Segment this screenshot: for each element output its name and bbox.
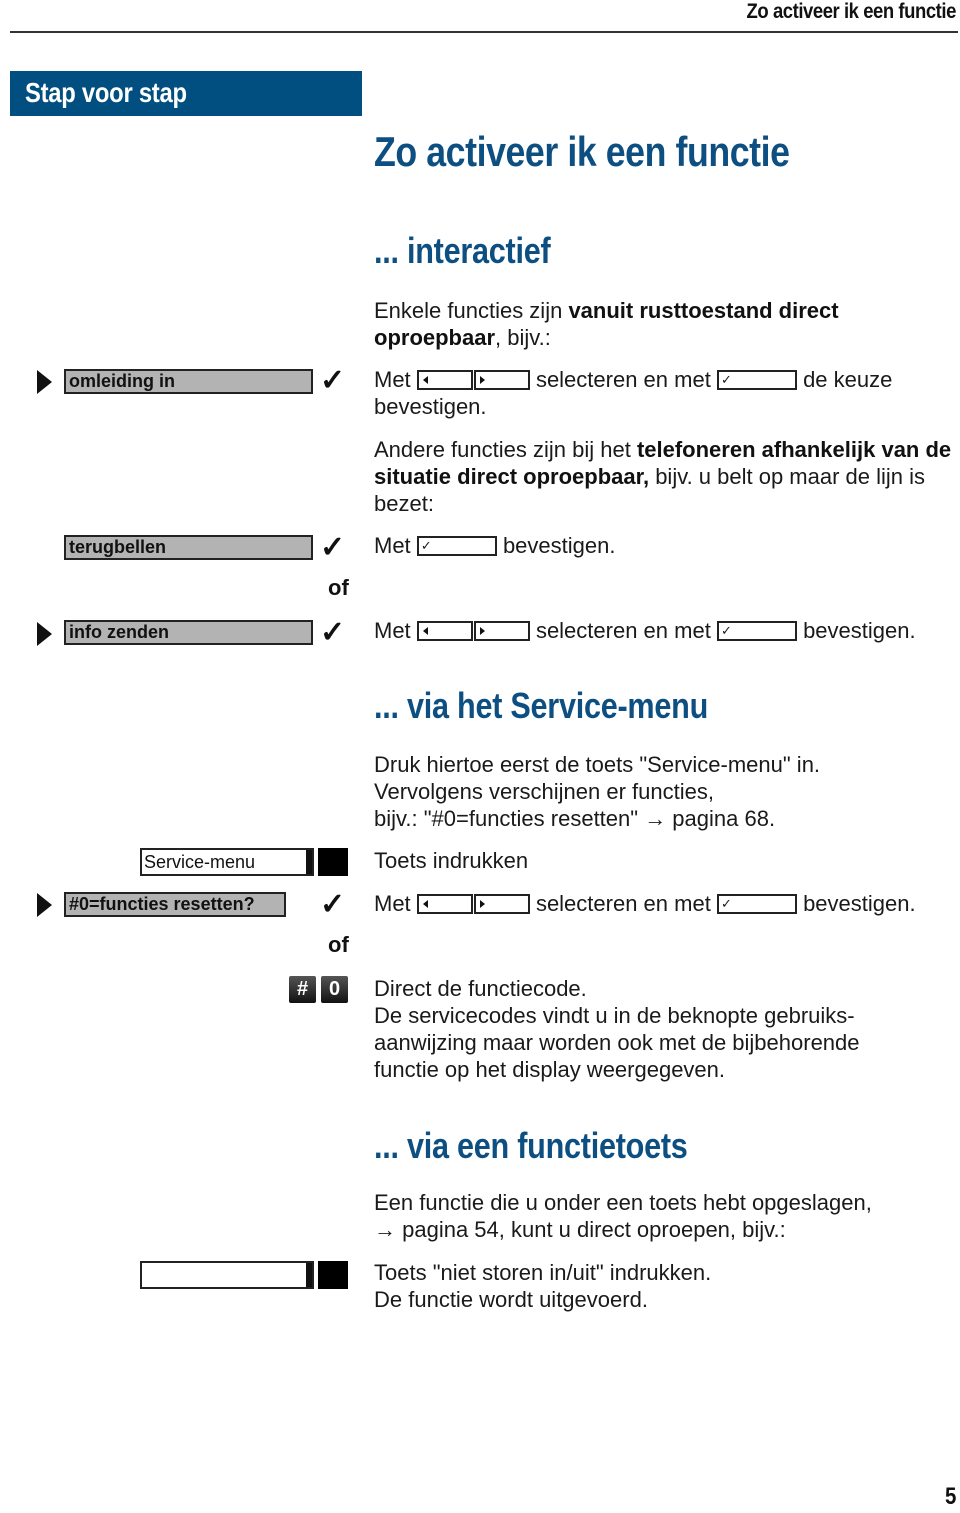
key-right[interactable] xyxy=(473,621,530,641)
check-small-icon: ✓ xyxy=(420,538,432,553)
service-code-text: Direct de functiecode. De servicecodes v… xyxy=(374,976,860,1082)
or-label: of xyxy=(328,932,349,957)
check-small-icon: ✓ xyxy=(720,896,732,911)
check-small-icon: ✓ xyxy=(720,372,732,387)
interactief-other: Andere functies zijn bij het telefoneren… xyxy=(374,437,952,516)
check-icon: ✓ xyxy=(320,888,346,921)
running-header: Zo activeer ik een functie xyxy=(746,0,957,23)
arrow-right-icon xyxy=(479,376,485,384)
arrow-left-icon xyxy=(422,376,428,384)
functietoets-key-text: Toets "niet storen in/uit" indrukken. De… xyxy=(374,1260,712,1312)
arrow-left-icon xyxy=(422,900,428,908)
key-left[interactable] xyxy=(416,370,473,390)
service-menu-intro: Druk hiertoe eerst de toets "Service-men… xyxy=(374,752,821,831)
check-small-icon: ✓ xyxy=(720,623,732,638)
display-line-terugbellen[interactable]: terugbellen xyxy=(64,535,313,560)
function-key-button[interactable] xyxy=(318,848,348,876)
section-heading-functietoets: ... via een functietoets xyxy=(374,1125,688,1166)
check-icon: ✓ xyxy=(320,364,346,397)
interactief-intro: Enkele functies zijn vanuit rusttoestand… xyxy=(374,298,839,350)
zero-key[interactable]: 0 xyxy=(321,976,348,1003)
header-rule xyxy=(10,31,958,33)
sidebar-label-box: Stap voor stap xyxy=(10,71,362,116)
key-right[interactable] xyxy=(473,894,530,914)
scroll-arrow-icon xyxy=(37,370,52,394)
section-heading-interactief: ... interactief xyxy=(374,230,551,271)
service-step-text: Met selecteren en met ✓ bevestigen. xyxy=(374,891,916,916)
sidebar-label: Stap voor stap xyxy=(25,77,187,108)
display-line-info-zenden[interactable]: info zenden xyxy=(64,620,313,645)
key-right[interactable] xyxy=(473,370,530,390)
step2-text: Met ✓ bevestigen. xyxy=(374,533,616,558)
key-ok[interactable]: ✓ xyxy=(716,621,797,641)
page-number: 5 xyxy=(944,1483,956,1510)
key-left[interactable] xyxy=(416,894,473,914)
step3-text: Met selecteren en met ✓ bevestigen. xyxy=(374,618,916,643)
service-menu-key[interactable]: Service-menu xyxy=(140,848,314,876)
function-key-button[interactable] xyxy=(318,1261,348,1289)
display-line-omleiding[interactable]: omleiding in xyxy=(64,369,313,394)
check-icon: ✓ xyxy=(320,531,346,564)
step1-text: Met selecteren en met ✓ de keuze bevesti… xyxy=(374,367,893,419)
key-ok[interactable]: ✓ xyxy=(716,370,797,390)
arrow-right-icon xyxy=(479,627,485,635)
hash-key[interactable]: # xyxy=(289,976,316,1003)
section-heading-service-menu: ... via het Service-menu xyxy=(374,685,709,726)
key-ok[interactable]: ✓ xyxy=(716,894,797,914)
arrow-left-icon xyxy=(422,627,428,635)
function-key-label[interactable] xyxy=(140,1261,314,1289)
display-line-functies-resetten[interactable]: #0=functies resetten? xyxy=(64,892,286,917)
key-ok[interactable]: ✓ xyxy=(416,536,497,556)
scroll-arrow-icon xyxy=(37,622,52,646)
functietoets-intro: Een functie die u onder een toets hebt o… xyxy=(374,1190,872,1242)
service-key-text: Toets indrukken xyxy=(374,848,529,873)
or-label: of xyxy=(328,575,349,600)
page-title: Zo activeer ik een functie xyxy=(374,128,790,175)
arrow-right-icon xyxy=(479,900,485,908)
check-icon: ✓ xyxy=(320,616,346,649)
scroll-arrow-icon xyxy=(37,893,52,917)
key-left[interactable] xyxy=(416,621,473,641)
